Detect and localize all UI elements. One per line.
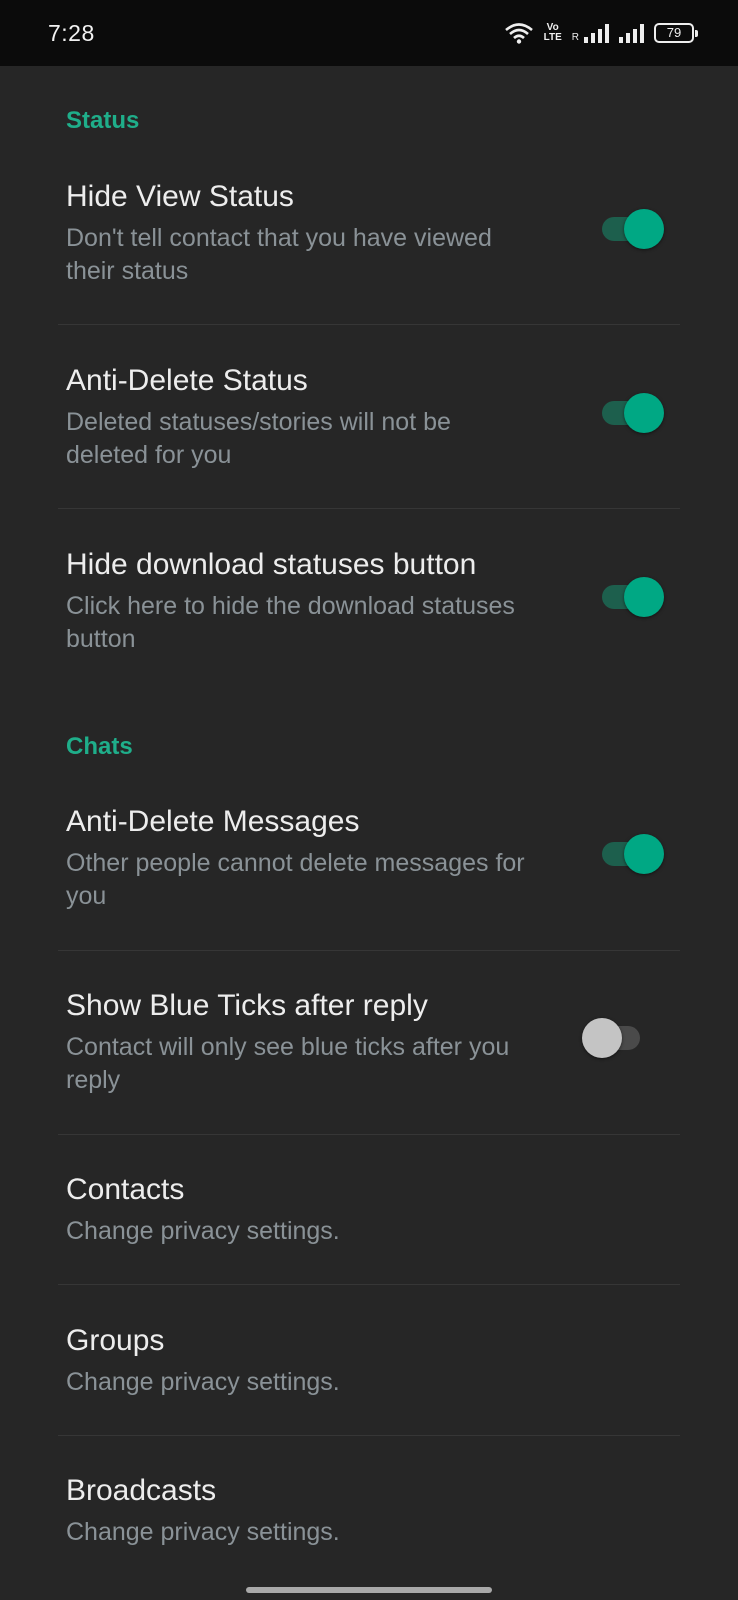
setting-broadcasts[interactable]: Broadcasts Change privacy settings. (58, 1464, 680, 1584)
setting-subtitle: Click here to hide the download statuses… (66, 592, 515, 653)
setting-subtitle: Change privacy settings. (66, 1368, 340, 1396)
battery-level: 79 (666, 25, 682, 40)
setting-subtitle: Change privacy settings. (66, 1518, 340, 1546)
section-header-chats: Chats (66, 733, 133, 760)
battery-icon: 79 (654, 23, 698, 43)
wifi-icon (504, 23, 533, 44)
setting-title: Hide download statuses button (66, 548, 477, 581)
roaming-indicator: R (571, 32, 579, 43)
divider (58, 1134, 680, 1135)
setting-contacts[interactable]: Contacts Change privacy settings. (58, 1163, 680, 1283)
show-blue-ticks-toggle[interactable] (582, 1017, 650, 1059)
volte-icon: Vo LTE (543, 22, 562, 43)
divider (58, 950, 680, 951)
setting-title: Anti-Delete Status (66, 364, 308, 397)
home-indicator[interactable] (246, 1587, 492, 1593)
signal-icon (619, 23, 644, 43)
divider (58, 508, 680, 509)
status-icons: Vo LTE R 79 (504, 22, 698, 44)
setting-subtitle: Don't tell contact that you have viewed … (66, 224, 492, 285)
setting-title: Contacts (66, 1173, 185, 1206)
divider (58, 324, 680, 325)
setting-subtitle: Change privacy settings. (66, 1217, 340, 1245)
anti-delete-messages-toggle[interactable] (598, 833, 666, 875)
hide-view-status-toggle[interactable] (598, 208, 666, 250)
setting-show-blue-ticks-after-reply[interactable]: Show Blue Ticks after reply Contact will… (58, 979, 680, 1127)
setting-subtitle: Contact will only see blue ticks after y… (66, 1033, 510, 1094)
setting-subtitle: Other people cannot delete messages for … (66, 849, 525, 910)
setting-title: Groups (66, 1324, 165, 1357)
setting-title: Broadcasts (66, 1474, 217, 1507)
section-header-status: Status (66, 107, 140, 134)
setting-hide-view-status[interactable]: Hide View Status Don't tell contact that… (58, 170, 680, 318)
setting-anti-delete-messages[interactable]: Anti-Delete Messages Other people cannot… (58, 795, 680, 943)
anti-delete-status-toggle[interactable] (598, 392, 666, 434)
clock: 7:28 (48, 19, 95, 46)
setting-anti-delete-status[interactable]: Anti-Delete Status Deleted statuses/stor… (58, 354, 680, 502)
setting-title: Hide View Status (66, 180, 294, 213)
setting-title: Show Blue Ticks after reply (66, 989, 428, 1022)
setting-hide-download-statuses-button[interactable]: Hide download statuses button Click here… (58, 538, 680, 686)
status-bar: 7:28 Vo LTE R 79 (0, 0, 738, 66)
divider (58, 1435, 680, 1436)
setting-title: Anti-Delete Messages (66, 805, 360, 838)
signal-icon: R (572, 23, 609, 43)
setting-groups[interactable]: Groups Change privacy settings. (58, 1314, 680, 1434)
setting-subtitle: Deleted statuses/stories will not be del… (66, 408, 451, 469)
divider (58, 1284, 680, 1285)
hide-download-statuses-toggle[interactable] (598, 576, 666, 618)
